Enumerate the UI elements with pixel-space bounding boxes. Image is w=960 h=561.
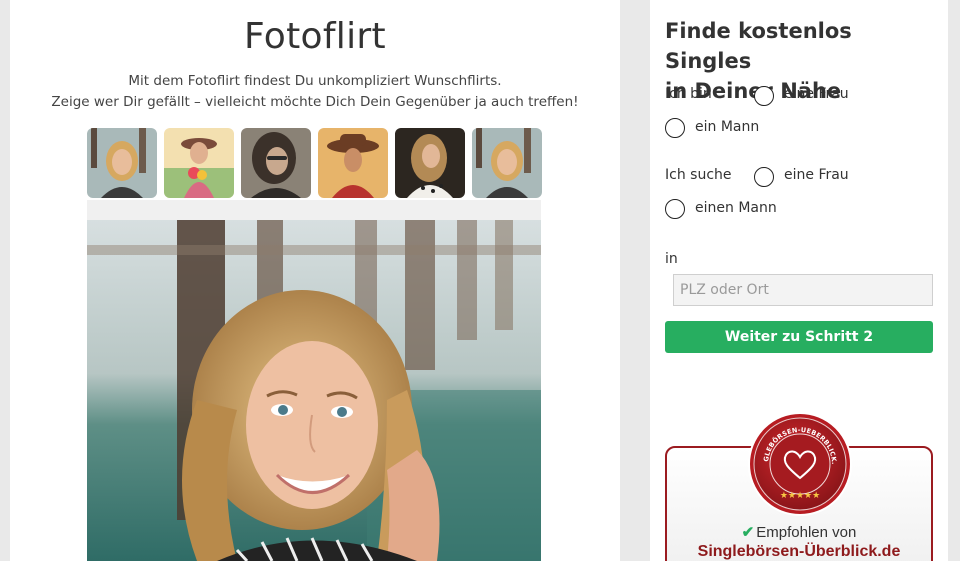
i-am-label: Ich bin bbox=[665, 86, 712, 102]
fotoflirt-panel: Fotoflirt Mit dem Fotoflirt findest Du u… bbox=[10, 0, 620, 561]
location-label: in bbox=[665, 251, 678, 267]
intro-text: Mit dem Fotoflirt findest Du unkomplizie… bbox=[10, 71, 620, 113]
intro-line-1: Mit dem Fotoflirt findest Du unkomplizie… bbox=[128, 73, 502, 89]
thumbnail-6[interactable] bbox=[472, 128, 542, 198]
i-am-woman-radio[interactable] bbox=[754, 86, 774, 106]
seal-stars: ★★★★★ bbox=[780, 491, 820, 501]
check-icon: ✔ bbox=[741, 524, 755, 541]
recommendation-seal-icon: SINGLEBÖRSEN-UEBERBLICK.DE ★★★★★ bbox=[748, 412, 852, 516]
selected-thumbnail-pointer bbox=[118, 200, 146, 220]
signup-sidebar: Finde kostenlos Singles in Deiner Nähe I… bbox=[650, 0, 948, 561]
i-seek-label: Ich suche bbox=[665, 167, 732, 183]
thumbnail-2[interactable] bbox=[164, 128, 234, 198]
intro-line-2: Zeige wer Dir gefällt – vielleicht möcht… bbox=[51, 94, 579, 110]
thumbnail-3[interactable] bbox=[241, 128, 311, 198]
recommending-site[interactable]: Singlebörsen-Überblick.de bbox=[665, 543, 933, 561]
signup-title-line-1: Finde kostenlos Singles bbox=[665, 19, 852, 73]
i-am-man-radio[interactable] bbox=[665, 118, 685, 138]
photo-panel-top bbox=[87, 200, 541, 220]
seek-man-radio[interactable] bbox=[665, 199, 685, 219]
seek-woman-radio[interactable] bbox=[754, 167, 774, 187]
thumbnail-4[interactable] bbox=[318, 128, 388, 198]
thumbnail-strip bbox=[87, 128, 542, 200]
next-step-button[interactable]: Weiter zu Schritt 2 bbox=[665, 321, 933, 353]
seek-man-label[interactable]: einen Mann bbox=[695, 200, 777, 216]
location-input[interactable] bbox=[673, 274, 933, 306]
recommended-by: ✔ Empfohlen von bbox=[665, 523, 933, 541]
main-profile-photo[interactable] bbox=[87, 220, 541, 561]
thumbnail-1[interactable] bbox=[87, 128, 157, 198]
recommended-by-text: Empfohlen von bbox=[756, 524, 857, 541]
thumbnail-5[interactable] bbox=[395, 128, 465, 198]
seek-woman-label[interactable]: eine Frau bbox=[784, 167, 849, 183]
page-title: Fotoflirt bbox=[244, 16, 386, 57]
i-am-man-label[interactable]: ein Mann bbox=[695, 119, 759, 135]
i-am-woman-label[interactable]: eine Frau bbox=[784, 86, 849, 102]
